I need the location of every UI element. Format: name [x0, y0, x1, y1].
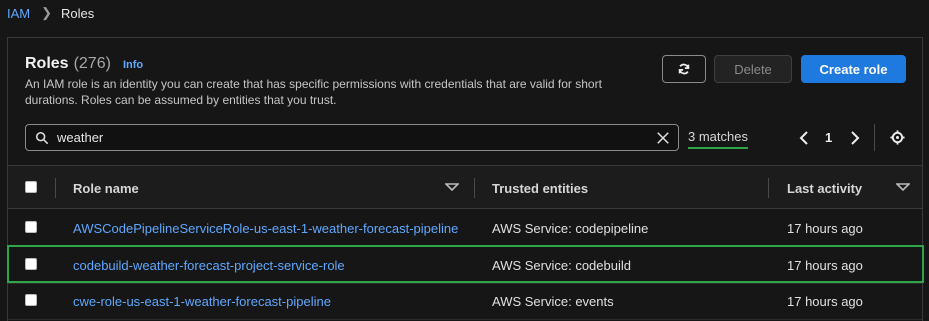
breadcrumb: IAM ❯ Roles [7, 5, 94, 21]
role-name-link[interactable]: codebuild-weather-forecast-project-servi… [73, 258, 345, 273]
column-divider [474, 178, 475, 198]
title-text: Roles [25, 55, 69, 72]
refresh-button[interactable] [662, 55, 706, 83]
page-number[interactable]: 1 [825, 130, 832, 145]
last-activity: 17 hours ago [787, 294, 863, 309]
info-link[interactable]: Info [123, 59, 143, 71]
roles-count: (276) [73, 55, 111, 72]
column-header-last-activity[interactable]: Last activity [787, 181, 862, 196]
breadcrumb-current: Roles [61, 5, 95, 21]
page-title: Roles (276) Info [25, 55, 143, 73]
search-field[interactable]: weather [25, 124, 679, 151]
pager-divider [874, 124, 875, 151]
trusted-entity: AWS Service: codepipeline [492, 221, 649, 236]
table-header: Role name Trusted entities Last activity [8, 165, 922, 209]
row-divider [8, 319, 922, 320]
search-input[interactable]: weather [57, 130, 656, 145]
last-activity: 17 hours ago [787, 221, 863, 236]
search-matches-count: 3 matches [688, 129, 748, 149]
column-divider [55, 178, 56, 198]
table-row[interactable]: cwe-role-us-east-1-weather-forecast-pipe… [8, 283, 922, 319]
sort-down-icon[interactable] [445, 183, 459, 192]
create-role-button[interactable]: Create role [801, 55, 906, 83]
gear-icon[interactable] [890, 130, 905, 145]
trusted-entity: AWS Service: events [492, 294, 614, 309]
row-checkbox[interactable] [25, 294, 37, 306]
close-icon[interactable] [656, 131, 670, 145]
table-row[interactable]: AWSCodePipelineServiceRole-us-east-1-wea… [8, 210, 922, 246]
role-name-link[interactable]: AWSCodePipelineServiceRole-us-east-1-wea… [73, 221, 458, 236]
role-name-link[interactable]: cwe-role-us-east-1-weather-forecast-pipe… [73, 294, 331, 309]
chevron-right-icon: ❯ [41, 5, 53, 20]
row-checkbox[interactable] [25, 258, 37, 270]
chevron-right-icon[interactable] [849, 130, 861, 146]
delete-button[interactable]: Delete [714, 55, 792, 83]
trusted-entity: AWS Service: codebuild [492, 258, 631, 273]
roles-panel: Roles (276) Info An IAM role is an ident… [7, 37, 924, 321]
chevron-left-icon[interactable] [798, 130, 810, 146]
page-description: An IAM role is an identity you can creat… [25, 77, 602, 107]
last-activity: 17 hours ago [787, 258, 863, 273]
column-divider [768, 178, 769, 198]
column-header-trusted-entities[interactable]: Trusted entities [492, 181, 588, 196]
sort-down-icon[interactable] [896, 183, 910, 192]
row-checkbox[interactable] [25, 221, 37, 233]
search-icon [35, 131, 49, 144]
column-header-role-name[interactable]: Role name [73, 181, 139, 196]
select-all-checkbox[interactable] [25, 181, 37, 193]
breadcrumb-iam-link[interactable]: IAM [7, 6, 30, 21]
refresh-icon [678, 63, 690, 75]
table-row[interactable]: codebuild-weather-forecast-project-servi… [8, 246, 922, 282]
